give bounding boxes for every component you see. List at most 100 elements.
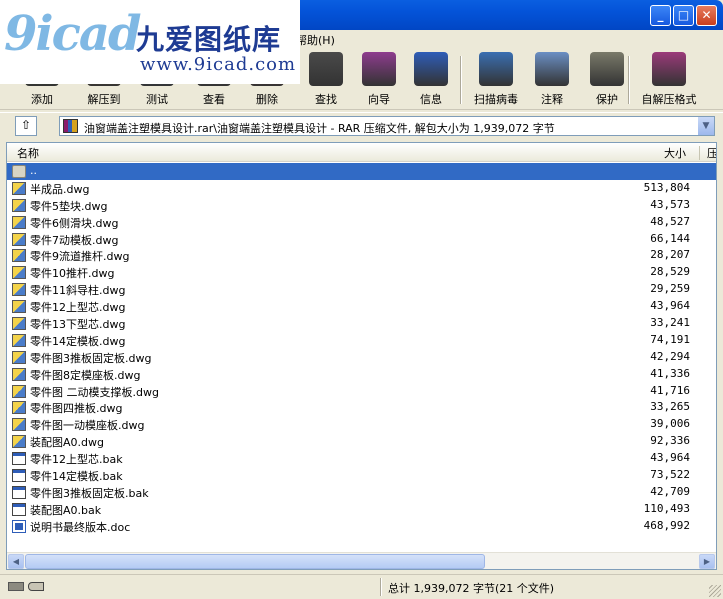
logo-mark: 9icad bbox=[4, 6, 142, 62]
folder-file-icon bbox=[12, 165, 26, 178]
minimize-button[interactable]: _ bbox=[650, 5, 671, 26]
virus-scan-icon bbox=[479, 52, 513, 86]
file-size: 48,527 bbox=[650, 214, 690, 228]
file-row[interactable]: 零件14定模板.bak 73,522 bbox=[7, 467, 716, 484]
file-row[interactable]: 零件图3推板固定板.bak 42,709 bbox=[7, 484, 716, 501]
file-row[interactable]: 装配图A0.bak 110,493 bbox=[7, 501, 716, 518]
file-row[interactable]: 零件9流道推杆.dwg 28,207 bbox=[7, 247, 716, 264]
file-size: 28,529 bbox=[650, 265, 690, 279]
up-folder-button[interactable]: ⇧ bbox=[15, 116, 37, 136]
file-name: 说明书最终版本.doc bbox=[30, 520, 131, 534]
file-name: 零件图 二动模支撑板.dwg bbox=[30, 385, 159, 399]
toolbar-button-label: 解压到 bbox=[87, 93, 121, 106]
column-divider[interactable] bbox=[699, 146, 700, 160]
chevron-down-icon[interactable]: ▼ bbox=[697, 117, 714, 135]
logo-chinese-text: 九爱图纸库 bbox=[136, 23, 282, 56]
address-field[interactable]: 油窗端盖注塑模具设计.rar\油窗端盖注塑模具设计 - RAR 压缩文件, 解包… bbox=[59, 116, 715, 136]
resize-grip[interactable] bbox=[709, 585, 721, 597]
file-row[interactable]: 零件6侧滑块.dwg 48,527 bbox=[7, 214, 716, 231]
file-row[interactable]: 零件图 二动模支撑板.dwg 41,716 bbox=[7, 383, 716, 400]
toolbar-button-label: 向导 bbox=[368, 93, 390, 106]
file-row[interactable]: 零件13下型芯.dwg 33,241 bbox=[7, 315, 716, 332]
dwg-file-icon bbox=[12, 418, 26, 432]
bak-file-icon bbox=[12, 452, 26, 466]
file-row[interactable]: 零件图3推板固定板.dwg 42,294 bbox=[7, 349, 716, 366]
dwg-file-icon bbox=[12, 333, 26, 347]
file-list: 名称 大小 压 .. 半成品.dwg 513,804 零件5垫块.dwg 43,573 零… bbox=[6, 142, 717, 570]
file-size: 42,709 bbox=[650, 484, 690, 498]
file-name: 零件12上型芯.dwg bbox=[30, 301, 126, 315]
toolbar-button-label: 删除 bbox=[256, 93, 278, 106]
file-row[interactable]: 零件12上型芯.bak 43,964 bbox=[7, 450, 716, 467]
toolbar-button-wizard[interactable]: 向导 bbox=[355, 52, 403, 108]
toolbar-button-sfx[interactable]: 自解压格式 bbox=[635, 52, 703, 108]
rar-archive-icon bbox=[63, 119, 78, 133]
toolbar-button-label: 添加 bbox=[31, 93, 53, 106]
dwg-file-icon bbox=[12, 215, 26, 229]
bak-file-icon bbox=[12, 502, 26, 516]
toolbar-button-comment[interactable]: 注释 bbox=[532, 52, 572, 108]
file-size: 39,006 bbox=[650, 417, 690, 431]
close-button[interactable]: ✕ bbox=[696, 5, 717, 26]
file-row[interactable]: 零件图一动模座板.dwg 39,006 bbox=[7, 416, 716, 433]
info-icon bbox=[414, 52, 448, 86]
file-row[interactable]: 零件7动模板.dwg 66,144 bbox=[7, 231, 716, 248]
file-row[interactable]: 零件5垫块.dwg 43,573 bbox=[7, 197, 716, 214]
scroll-left-icon[interactable]: ◀ bbox=[8, 554, 24, 569]
toolbar-button-find[interactable]: 查找 bbox=[300, 52, 352, 108]
file-name: 半成品.dwg bbox=[30, 182, 90, 196]
file-rows: .. 半成品.dwg 513,804 零件5垫块.dwg 43,573 零件6侧滑块.dw… bbox=[7, 163, 716, 535]
file-name: 装配图A0.bak bbox=[30, 503, 102, 517]
toolbar-button-protect[interactable]: 保护 bbox=[585, 52, 629, 108]
file-row[interactable]: 装配图A0.dwg 92,336 bbox=[7, 433, 716, 450]
toolbar-button-label: 保护 bbox=[596, 93, 618, 106]
file-row[interactable]: 说明书最终版本.doc 468,992 bbox=[7, 518, 716, 535]
status-total: 总计 1,939,072 字节(21 个文件) bbox=[388, 582, 555, 595]
horizontal-scrollbar[interactable]: ◀ ▶ bbox=[7, 552, 716, 569]
file-name: 零件7动模板.dwg bbox=[30, 233, 119, 247]
sfx-icon bbox=[652, 52, 686, 86]
file-row[interactable]: 零件14定模板.dwg 74,191 bbox=[7, 332, 716, 349]
column-packed[interactable]: 压 bbox=[707, 145, 716, 161]
file-row[interactable]: 零件图8定模座板.dwg 41,336 bbox=[7, 366, 716, 383]
comment-icon bbox=[535, 52, 569, 86]
file-size: 28,207 bbox=[650, 248, 690, 262]
file-row[interactable]: 半成品.dwg 513,804 bbox=[7, 180, 716, 197]
file-name: 零件图四推板.dwg bbox=[30, 402, 123, 416]
logo-url: www.9icad.com bbox=[140, 54, 297, 75]
column-size[interactable]: 大小 bbox=[664, 145, 686, 161]
wizard-icon bbox=[362, 52, 396, 86]
status-bar: 总计 1,939,072 字节(21 个文件) bbox=[0, 574, 723, 599]
dwg-file-icon bbox=[12, 198, 26, 212]
scroll-thumb[interactable] bbox=[25, 554, 485, 569]
file-row[interactable]: 零件11斜导柱.dwg 29,259 bbox=[7, 281, 716, 298]
file-size: 66,144 bbox=[650, 231, 690, 245]
dwg-file-icon bbox=[12, 367, 26, 381]
toolbar-separator bbox=[628, 56, 630, 104]
file-row[interactable]: .. bbox=[7, 163, 716, 180]
address-bar: ⇧ 油窗端盖注塑模具设计.rar\油窗端盖注塑模具设计 - RAR 压缩文件, … bbox=[0, 112, 723, 138]
column-name[interactable]: 名称 bbox=[17, 145, 39, 161]
file-row[interactable]: 零件10推杆.dwg 28,529 bbox=[7, 264, 716, 281]
file-name: 零件10推杆.dwg bbox=[30, 267, 115, 281]
toolbar-button-virus-scan[interactable]: 扫描病毒 bbox=[466, 52, 526, 108]
dwg-file-icon bbox=[12, 283, 26, 297]
dwg-file-icon bbox=[12, 232, 26, 246]
doc-file-icon bbox=[12, 519, 26, 533]
column-header: 名称 大小 压 bbox=[7, 143, 716, 162]
toolbar-button-label: 查找 bbox=[315, 93, 337, 106]
file-size: 41,716 bbox=[650, 383, 690, 397]
maximize-button[interactable]: □ bbox=[673, 5, 694, 26]
toolbar-button-info[interactable]: 信息 bbox=[408, 52, 454, 108]
toolbar-button-label: 信息 bbox=[420, 93, 442, 106]
dwg-file-icon bbox=[12, 300, 26, 314]
file-row[interactable]: 零件12上型芯.dwg 43,964 bbox=[7, 298, 716, 315]
drive-icon[interactable] bbox=[8, 582, 24, 591]
scroll-right-icon[interactable]: ▶ bbox=[699, 554, 715, 569]
file-name: 零件11斜导柱.dwg bbox=[30, 284, 126, 298]
file-row[interactable]: 零件图四推板.dwg 33,265 bbox=[7, 399, 716, 416]
file-size: 33,265 bbox=[650, 400, 690, 414]
find-icon bbox=[309, 52, 343, 86]
menu-help[interactable]: 帮助(H) bbox=[296, 32, 335, 48]
key-icon[interactable] bbox=[28, 582, 44, 591]
